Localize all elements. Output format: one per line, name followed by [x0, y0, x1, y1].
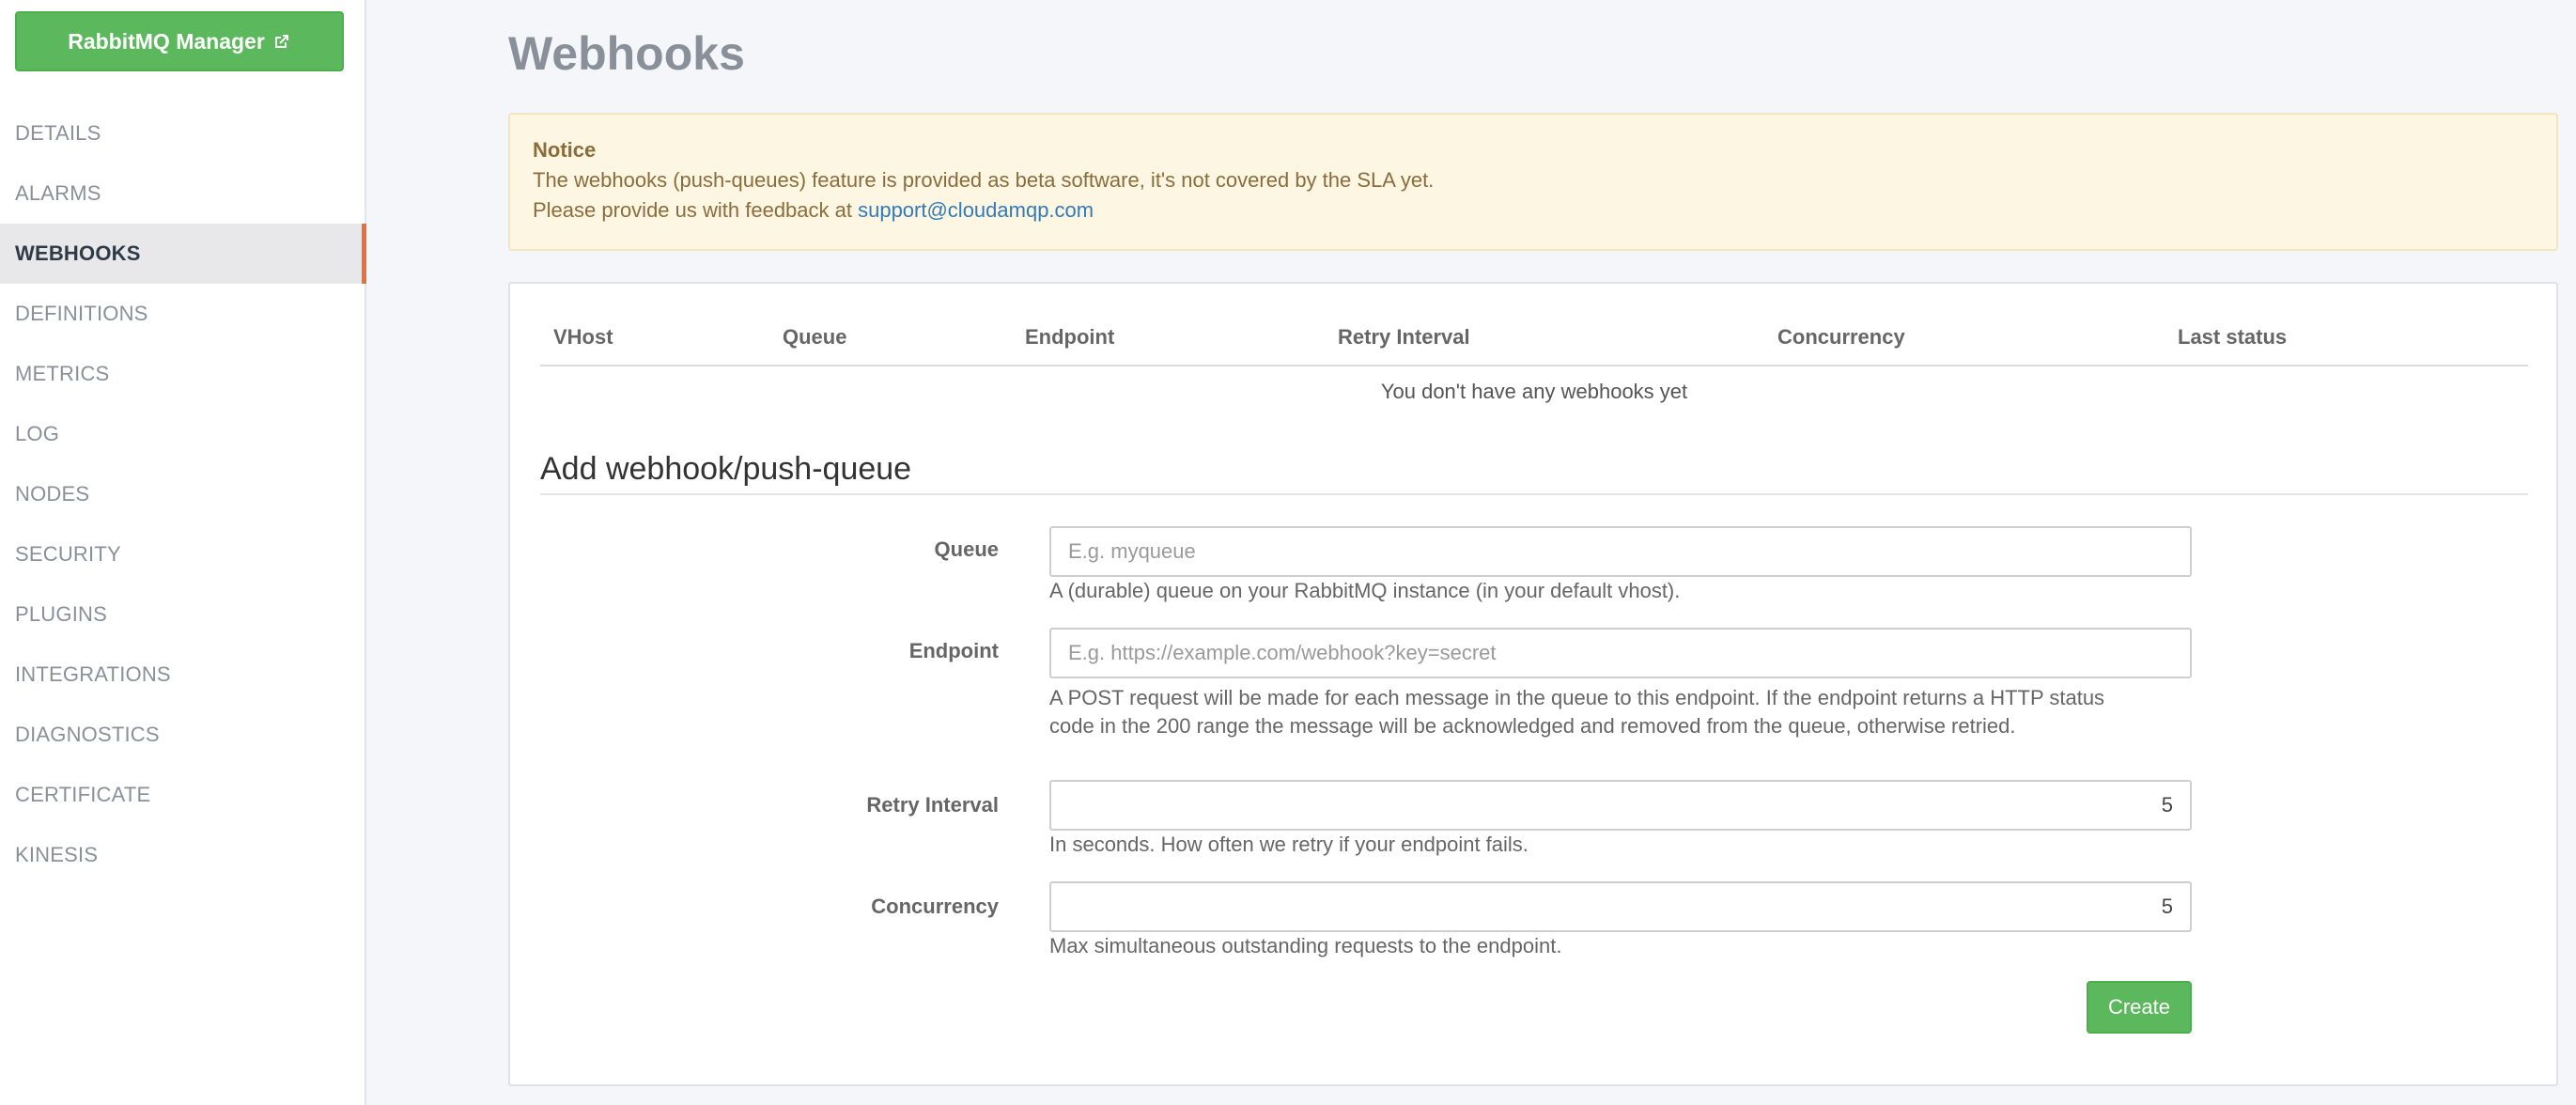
external-link-icon — [274, 35, 288, 48]
support-email-link[interactable]: support@cloudamqp.com — [858, 198, 1094, 222]
notice-feedback-text: Please provide us with feedback at — [533, 198, 859, 222]
column-retry-interval: Retry Interval — [1325, 321, 1764, 366]
endpoint-input[interactable] — [1049, 628, 2192, 678]
column-endpoint: Endpoint — [1012, 321, 1325, 366]
column-last-status: Last status — [2165, 321, 2528, 366]
column-concurrency: Concurrency — [1764, 321, 2165, 366]
notice-line-2: Please provide us with feedback at suppo… — [533, 195, 2534, 226]
queue-help: A (durable) queue on your RabbitMQ insta… — [1049, 579, 1681, 602]
endpoint-help-line-2: code in the 200 range the message will b… — [1049, 714, 2016, 738]
sidebar-item-plugins[interactable]: PLUGINS — [0, 584, 366, 645]
sidebar-item-nodes[interactable]: NODES — [0, 464, 366, 524]
concurrency-input[interactable] — [1049, 881, 2192, 932]
endpoint-label: Endpoint — [908, 639, 999, 662]
notice-line-1: The webhooks (push-queues) feature is pr… — [533, 168, 1435, 192]
sidebar-nav: DETAILS ALARMS WEBHOOKS DEFINITIONS METR… — [0, 103, 366, 885]
queue-label: Queue — [934, 537, 999, 561]
endpoint-help-line-1: A POST request will be made for each mes… — [1049, 686, 2105, 709]
sidebar-item-integrations[interactable]: INTEGRATIONS — [0, 645, 366, 705]
column-queue: Queue — [769, 321, 1012, 366]
sidebar-item-kinesis[interactable]: KINESIS — [0, 825, 366, 885]
sidebar-item-log[interactable]: LOG — [0, 404, 366, 464]
sidebar-item-definitions[interactable]: DEFINITIONS — [0, 284, 366, 344]
concurrency-help: Max simultaneous outstanding requests to… — [1049, 934, 1562, 957]
webhooks-table: VHost Queue Endpoint Retry Interval Conc… — [540, 321, 2528, 417]
add-webhook-title: Add webhook/push-queue — [540, 451, 2528, 495]
sidebar-item-details[interactable]: DETAILS — [0, 103, 366, 163]
endpoint-help: A POST request will be made for each mes… — [1049, 684, 2192, 740]
sidebar-item-webhooks[interactable]: WEBHOOKS — [0, 224, 366, 284]
rabbitmq-manager-label: RabbitMQ Manager — [68, 28, 265, 54]
retry-interval-input[interactable] — [1049, 780, 2192, 831]
retry-interval-help: In seconds. How often we retry if your e… — [1049, 833, 1529, 856]
table-row: You don't have any webhooks yet — [540, 366, 2528, 417]
sidebar: RabbitMQ Manager DETAILS ALARMS WEBHOOKS… — [0, 0, 366, 1105]
empty-table-message: You don't have any webhooks yet — [1380, 380, 1688, 403]
sidebar-item-security[interactable]: SECURITY — [0, 524, 366, 584]
concurrency-label: Concurrency — [871, 895, 999, 918]
queue-input[interactable] — [1049, 526, 2192, 577]
webhooks-card: VHost Queue Endpoint Retry Interval Conc… — [508, 282, 2558, 1086]
sidebar-item-certificate[interactable]: CERTIFICATE — [0, 765, 366, 825]
notice-title: Notice — [533, 138, 597, 162]
sidebar-item-metrics[interactable]: METRICS — [0, 344, 366, 404]
rabbitmq-manager-button[interactable]: RabbitMQ Manager — [15, 11, 344, 71]
table-header-row: VHost Queue Endpoint Retry Interval Conc… — [540, 321, 2528, 366]
create-button[interactable]: Create — [2087, 981, 2192, 1034]
retry-interval-label: Retry Interval — [866, 793, 999, 817]
column-vhost: VHost — [540, 321, 769, 366]
page-title: Webhooks — [508, 27, 745, 80]
sidebar-item-diagnostics[interactable]: DIAGNOSTICS — [0, 705, 366, 765]
beta-notice: Notice The webhooks (push-queues) featur… — [508, 113, 2558, 251]
sidebar-item-alarms[interactable]: ALARMS — [0, 163, 366, 224]
